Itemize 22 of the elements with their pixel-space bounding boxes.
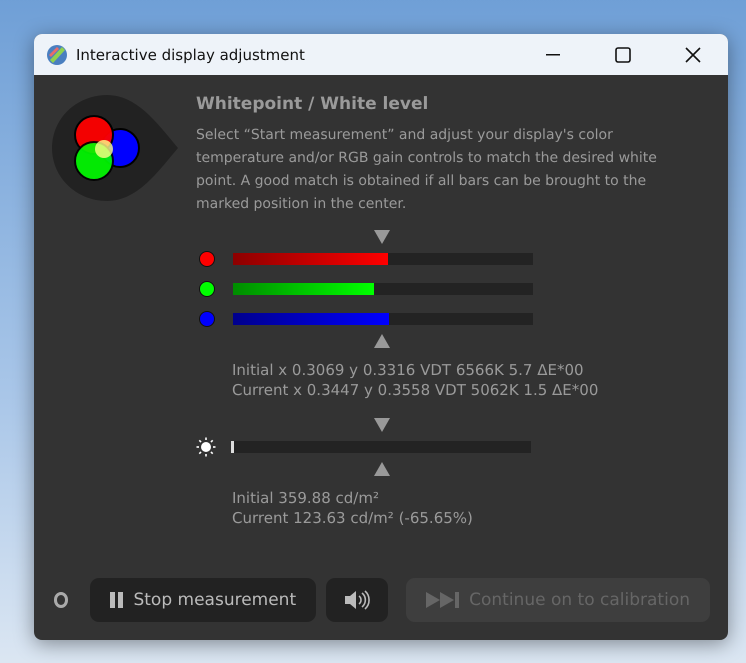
instructions-text: Select “Start measurement” and adjust your display's color temperature and/or RGB gain controls to match the desired white point. A good match is obtained if all bars can be brought to the marked position in the center. xyxy=(196,126,658,214)
target-marker-icon xyxy=(374,418,390,432)
brightness-reading: Initial 359.88 cd/m² xyxy=(232,488,380,508)
section-heading: Whitepoint / White level xyxy=(196,94,430,114)
sound-button[interactable] xyxy=(326,578,388,622)
app-logo-icon xyxy=(46,44,68,66)
maximize-icon xyxy=(615,46,631,62)
target-marker-icon xyxy=(374,334,390,348)
target-marker-icon xyxy=(374,462,390,476)
pause-icon xyxy=(110,592,124,608)
skip-forward-icon xyxy=(426,592,460,608)
stop-measurement-button[interactable]: Stop measurement xyxy=(90,578,316,622)
brightness-reading: Current 123.63 cd/m² (-65.65%) xyxy=(232,508,474,528)
speaker-icon xyxy=(344,589,370,611)
color-reading: Current x 0.3447 y 0.3558 VDT 5062K 1.5 ΔE*00 xyxy=(232,380,600,400)
close-icon xyxy=(685,46,701,62)
target-marker-icon xyxy=(374,230,390,244)
color-reading: Initial x 0.3069 y 0.3316 VDT 6566K 5.7 ΔE*00 xyxy=(232,360,585,380)
minimize-icon xyxy=(546,54,560,56)
brightness-icon xyxy=(196,437,216,457)
status-ring-icon xyxy=(54,592,68,608)
window-title: Interactive display adjustment xyxy=(76,46,306,64)
